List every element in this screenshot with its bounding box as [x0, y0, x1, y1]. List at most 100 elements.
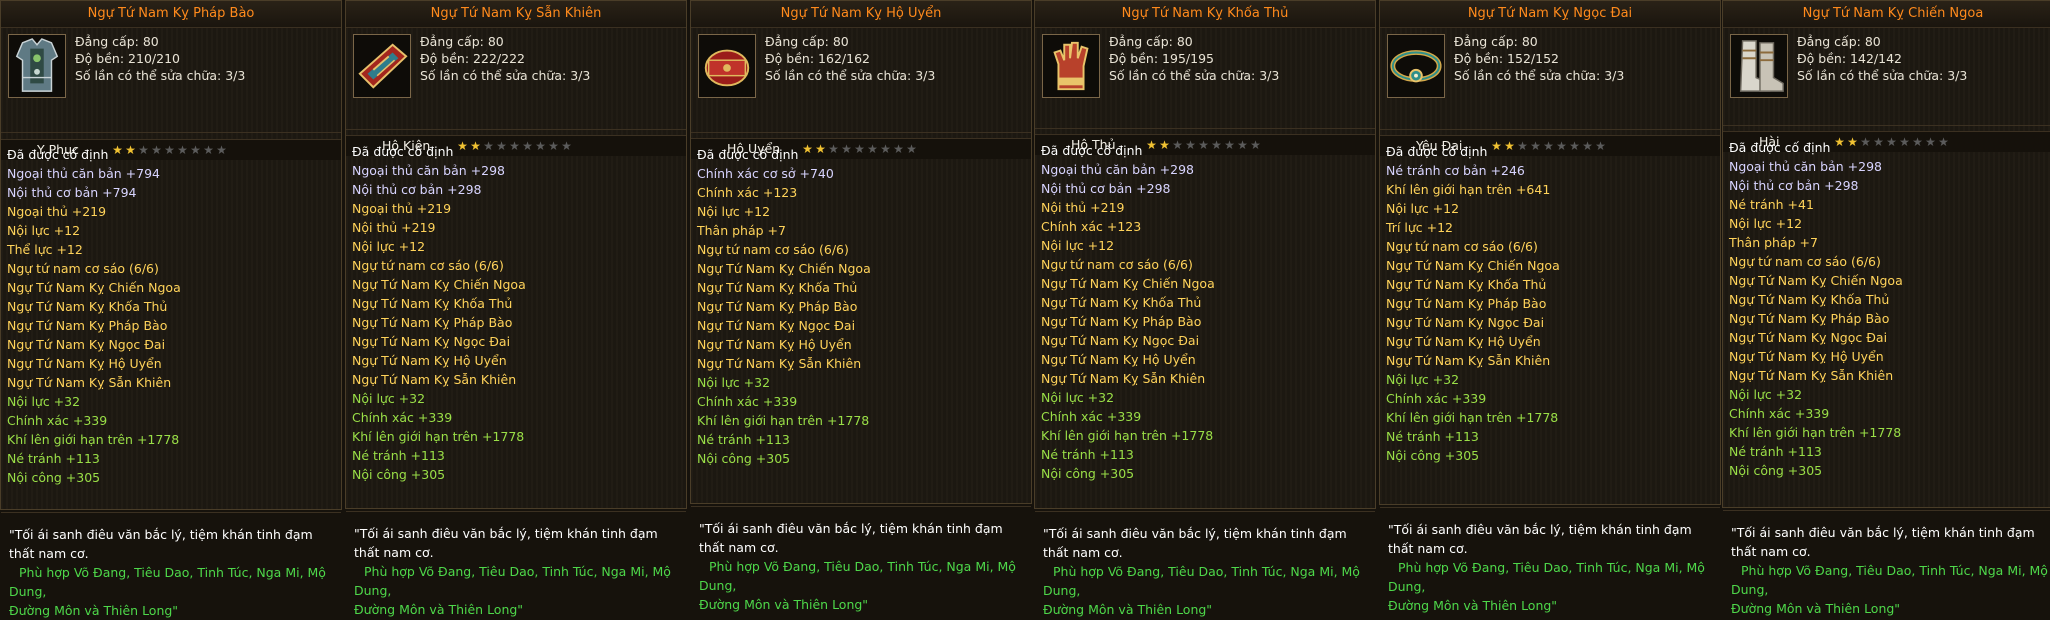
property-line: Chính xác +123 — [1041, 219, 1142, 234]
item-name: Ngự Tứ Nam Kỵ Khốa Thủ — [1035, 1, 1375, 28]
property-line: Khí lên giới hạn trên +1778 — [697, 413, 870, 428]
item-level: Đẳng cấp: 80 — [1454, 34, 1538, 49]
description-text: "Tối ái sanh điêu văn bắc lý, tiệm khán … — [9, 527, 313, 561]
property-line: Ngự Tứ Nam Kỵ Khốa Thủ — [1729, 292, 1890, 307]
property-line: Ngự Tứ Nam Kỵ Hộ Uyển — [697, 337, 852, 352]
shoulder-guard-icon[interactable] — [353, 34, 411, 98]
property-line: Ngự Tứ Nam Kỵ Chiến Ngoa — [352, 277, 526, 292]
item-durability: Độ bền: 210/210 — [75, 51, 180, 66]
property-line: Nội công +305 — [7, 470, 101, 485]
item-tooltip-san-khien: Ngự Tứ Nam Kỵ Sẫn Khiên Đẳng cấp: 80 Độ … — [345, 0, 687, 617]
property-line: Ngự Tứ Nam Kỵ Chiến Ngoa — [1729, 273, 1903, 288]
item-tooltip-khoa-thu: Ngự Tứ Nam Kỵ Khốa Thủ Đẳng cấp: 80 Độ b… — [1034, 0, 1376, 617]
property-panel: Đã được cố định Ngoại thủ căn bản +298 Nội… — [1035, 128, 1375, 483]
property-line: Nội lực +12 — [7, 223, 81, 238]
property-line: Ngự Tứ Nam Kỵ Pháp Bào — [7, 318, 168, 333]
property-line: Ngoại thủ căn bản +794 — [7, 166, 161, 181]
property-list: Đã được cố định Ngoại thủ căn bản +794 Nội… — [1, 133, 341, 487]
property-line: Chính xác +339 — [352, 410, 453, 425]
property-line: Ngự Tứ Nam Kỵ Khốa Thủ — [1386, 277, 1547, 292]
item-name: Ngự Tứ Nam Kỵ Chiến Ngoa — [1723, 1, 2050, 28]
property-line: Nội lực +12 — [1041, 238, 1115, 253]
description-text: "Tối ái sanh điêu văn bắc lý, tiệm khán … — [1731, 525, 2035, 559]
property-line: Ngoại thủ căn bản +298 — [1041, 162, 1195, 177]
property-line: Đã được cố định — [1729, 140, 1831, 155]
glove-icon[interactable] — [1042, 34, 1100, 98]
property-line: Chính xác +339 — [1041, 409, 1142, 424]
item-tooltip-chien-ngoa: Ngự Tứ Nam Kỵ Chiến Ngoa Đẳng cấp: 80 Độ… — [1722, 0, 2050, 616]
property-line: Ngoại thủ +219 — [352, 201, 452, 216]
item-repair-count: Số lần có thể sửa chữa: 3/3 — [75, 68, 246, 83]
item-level: Đẳng cấp: 80 — [1109, 34, 1193, 49]
item-level: Đẳng cấp: 80 — [420, 34, 504, 49]
property-line: Ngự Tứ Nam Kỵ Ngọc Đai — [697, 318, 856, 333]
item-header: Đẳng cấp: 80 Độ bền: 222/222 Số lần có t… — [346, 28, 686, 156]
property-line: Ngoại thủ +219 — [7, 204, 107, 219]
property-line: Trí lực +12 — [1386, 220, 1454, 235]
property-line: Né tránh +113 — [7, 451, 100, 466]
property-line: Nội lực +12 — [1729, 216, 1803, 231]
item-tooltip-ngoc-dai: Ngự Tứ Nam Kỵ Ngọc Đai Đẳng cấp: 80 Độ b… — [1379, 0, 1721, 613]
property-line: Nội lực +32 — [352, 391, 426, 406]
property-line: Thân pháp +7 — [697, 223, 786, 238]
description-panel: "Tối ái sanh điêu văn bắc lý, tiệm khán … — [691, 506, 1031, 612]
property-list: Đã được cố định Ngoại thủ căn bản +298 Nội… — [1035, 129, 1375, 483]
property-line: Chính xác +123 — [697, 185, 798, 200]
property-line: Né tránh +113 — [697, 432, 790, 447]
item-header: Đẳng cấp: 80 Độ bền: 142/142 Số lần có t… — [1723, 28, 2050, 152]
property-line: Chính xác +339 — [7, 413, 108, 428]
property-line: Ngự tứ nam cơ sáo (6/6) — [1041, 257, 1193, 272]
armor-icon[interactable] — [8, 34, 66, 98]
property-line: Né tránh +113 — [1729, 444, 1822, 459]
boots-icon[interactable] — [1730, 34, 1788, 98]
description-panel: "Tối ái sanh điêu văn bắc lý, tiệm khán … — [1035, 511, 1375, 617]
property-line: Nội công +305 — [1041, 466, 1135, 481]
property-line: Khí lên giới hạn trên +1778 — [7, 432, 180, 447]
property-line: Nội công +305 — [697, 451, 791, 466]
suitable-sects: Phù hợp Võ Đang, Tiêu Dao, Tinh Túc, Nga… — [1388, 560, 1705, 613]
property-line: Nội lực +32 — [7, 394, 81, 409]
property-line: Ngự Tứ Nam Kỵ Chiến Ngoa — [697, 261, 871, 276]
property-line: Ngự Tứ Nam Kỵ Pháp Bào — [1386, 296, 1547, 311]
property-panel: Đã được cố định Ngoại thủ căn bản +298 Nội… — [346, 129, 686, 484]
property-line: Né tránh +113 — [352, 448, 445, 463]
property-line: Ngự Tứ Nam Kỵ Hộ Uyển — [352, 353, 507, 368]
belt-icon[interactable] — [1387, 34, 1445, 98]
item-header: Đẳng cấp: 80 Độ bền: 152/152 Số lần có t… — [1380, 28, 1720, 156]
item-repair-count: Số lần có thể sửa chữa: 3/3 — [1109, 68, 1280, 83]
property-line: Khí lên giới hạn trên +1778 — [1386, 410, 1559, 425]
item-header: Đẳng cấp: 80 Độ bền: 210/210 Số lần có t… — [1, 28, 341, 160]
description-panel: "Tối ái sanh điêu văn bắc lý, tiệm khán … — [1, 512, 341, 618]
bracer-icon[interactable] — [698, 34, 756, 98]
property-line: Nội thủ +219 — [352, 220, 436, 235]
property-line: Khí lên giới hạn trên +641 — [1386, 182, 1551, 197]
suitable-sects: Phù hợp Võ Đang, Tiêu Dao, Tinh Túc, Nga… — [9, 565, 326, 618]
item-tooltip-phap-bao: Ngự Tứ Nam Kỵ Pháp Bào Đẳng cấp: 80 Độ b… — [0, 0, 342, 618]
property-line: Nội thủ cơ bản +794 — [7, 185, 137, 200]
property-line: Khí lên giới hạn trên +1778 — [352, 429, 525, 444]
property-line: Ngự tứ nam cơ sáo (6/6) — [697, 242, 849, 257]
property-line: Nội công +305 — [352, 467, 446, 482]
tooltip-row: Ngự Tứ Nam Kỵ Pháp Bào Đẳng cấp: 80 Độ b… — [0, 0, 2050, 618]
property-line: Ngự Tứ Nam Kỵ Pháp Bào — [352, 315, 513, 330]
description-panel: "Tối ái sanh điêu văn bắc lý, tiệm khán … — [346, 511, 686, 617]
property-line: Nội thủ +219 — [1041, 200, 1125, 215]
property-line: Ngự tứ nam cơ sáo (6/6) — [1386, 239, 1538, 254]
property-line: Nội lực +12 — [1386, 201, 1460, 216]
property-list: Đã được cố định Né tránh cơ bản +246 Khí l… — [1380, 130, 1720, 465]
property-line: Ngự Tứ Nam Kỵ Ngọc Đai — [1041, 333, 1200, 348]
property-line: Ngự Tứ Nam Kỵ Chiến Ngoa — [1041, 276, 1215, 291]
suitable-sects: Phù hợp Võ Đang, Tiêu Dao, Tinh Túc, Nga… — [354, 564, 671, 617]
property-line: Ngự tứ nam cơ sáo (6/6) — [7, 261, 159, 276]
description-text: "Tối ái sanh điêu văn bắc lý, tiệm khán … — [699, 521, 1003, 555]
suitable-sects: Phù hợp Võ Đang, Tiêu Dao, Tinh Túc, Nga… — [699, 559, 1016, 612]
property-line: Chính xác +339 — [697, 394, 798, 409]
item-level: Đẳng cấp: 80 — [765, 34, 849, 49]
property-list: Đã được cố định Ngoại thủ căn bản +298 Nội… — [1723, 126, 2050, 480]
item-header: Đẳng cấp: 80 Độ bền: 162/162 Số lần có t… — [691, 28, 1031, 159]
property-line: Nội lực +32 — [1041, 390, 1115, 405]
property-line: Ngự Tứ Nam Kỵ Sẫn Khiên — [7, 375, 172, 390]
property-line: Nội thủ cơ bản +298 — [352, 182, 482, 197]
description-panel: "Tối ái sanh điêu văn bắc lý, tiệm khán … — [1723, 510, 2050, 616]
item-durability: Độ bền: 195/195 — [1109, 51, 1214, 66]
